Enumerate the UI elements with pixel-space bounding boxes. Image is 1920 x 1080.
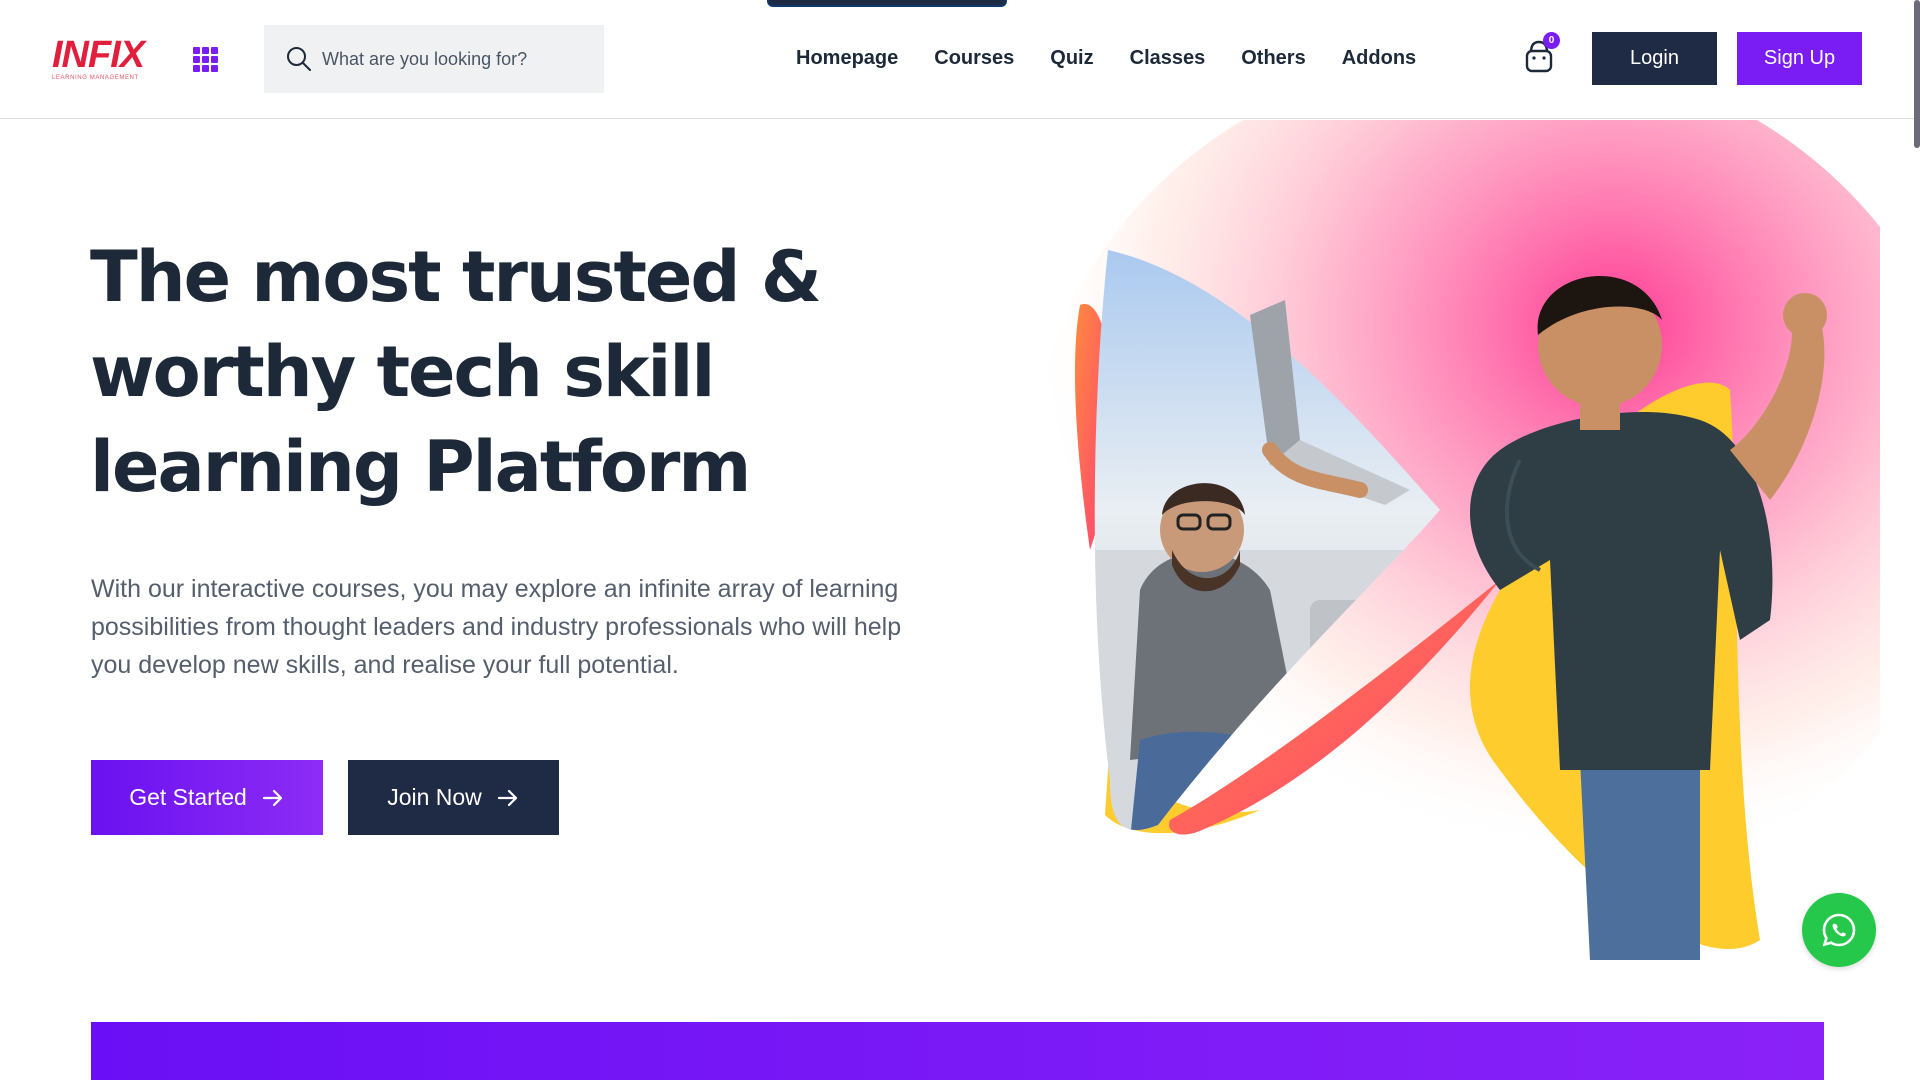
arrow-right-icon: [497, 789, 517, 806]
nav-item-homepage[interactable]: Homepage: [796, 44, 898, 72]
hero-title: The most trusted & worthy tech skill lea…: [90, 236, 822, 508]
search-icon: [287, 47, 311, 71]
signup-button[interactable]: Sign Up: [1737, 32, 1862, 85]
nav-item-others[interactable]: Others: [1241, 44, 1305, 72]
whatsapp-chat-button[interactable]: [1802, 893, 1876, 967]
nav-item-addons[interactable]: Addons: [1342, 44, 1416, 72]
stats-banner: [91, 1022, 1824, 1080]
top-edge-tab: [767, 0, 1007, 7]
nav-item-quiz[interactable]: Quiz: [1050, 44, 1093, 72]
site-header: INFIX LEARNING MANAGEMENT Homepage Cours…: [0, 0, 1920, 119]
search-input[interactable]: [322, 48, 602, 70]
nav-item-courses[interactable]: Courses: [934, 44, 1014, 72]
brand-logo[interactable]: INFIX LEARNING MANAGEMENT: [52, 34, 152, 81]
join-now-label: Join Now: [387, 784, 482, 810]
nav-item-classes[interactable]: Classes: [1130, 44, 1206, 72]
hero-illustration: [1030, 120, 1880, 960]
hero-description: With our interactive courses, you may ex…: [91, 575, 902, 679]
search-bar[interactable]: [264, 25, 604, 93]
brand-tagline: LEARNING MANAGEMENT: [52, 75, 139, 81]
apps-grid-icon[interactable]: [193, 47, 218, 72]
get-started-button[interactable]: Get Started: [91, 760, 323, 835]
scrollbar-thumb[interactable]: [1914, 0, 1920, 148]
cart-count-badge: 0: [1543, 32, 1560, 49]
whatsapp-icon: [1822, 913, 1856, 947]
login-button[interactable]: Login: [1592, 32, 1717, 85]
arrow-right-icon: [262, 789, 282, 806]
brand-name: INFIX: [52, 34, 145, 76]
get-started-label: Get Started: [129, 784, 247, 810]
main-nav: Homepage Courses Quiz Classes Others Add…: [796, 44, 1416, 72]
cart-button[interactable]: 0: [1517, 32, 1561, 76]
join-now-button[interactable]: Join Now: [348, 760, 559, 835]
